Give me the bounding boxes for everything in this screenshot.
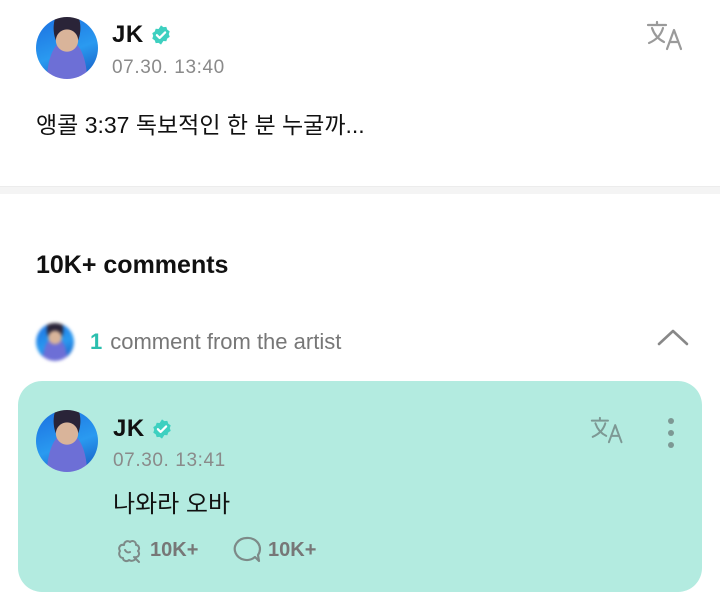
comment-author-name: JK: [113, 415, 145, 442]
comment-timestamp: 07.30. 13:41: [113, 450, 226, 471]
translate-icon[interactable]: [646, 20, 686, 52]
like-icon: [118, 540, 141, 563]
reply-button[interactable]: 10K+: [232, 535, 316, 565]
more-icon[interactable]: [663, 418, 679, 448]
chevron-up-icon[interactable]: [656, 326, 690, 348]
comments-count-title: 10K+ comments: [36, 251, 229, 279]
artist-comment-count: 1: [90, 329, 103, 354]
comment-author-avatar[interactable]: [36, 410, 98, 472]
post-author-name: JK: [112, 21, 144, 48]
artist-comments-toggle[interactable]: 1 comment from the artist: [36, 322, 341, 362]
reply-icon: [233, 536, 262, 563]
section-divider: [0, 186, 720, 194]
reply-count: 10K+: [268, 538, 317, 561]
post-timestamp: 07.30. 13:40: [112, 57, 225, 78]
like-button[interactable]: 10K+: [114, 535, 198, 565]
verified-icon: [151, 25, 170, 45]
artist-comment-label: comment from the artist: [110, 329, 342, 354]
like-count: 10K+: [150, 538, 199, 561]
post-author-avatar[interactable]: [36, 17, 98, 79]
comment-author[interactable]: JK: [113, 415, 173, 443]
verified-icon: [152, 419, 171, 439]
post-text: 앵콜 3:37 독보적인 한 분 누굴까...: [36, 112, 365, 138]
post-author[interactable]: JK: [112, 21, 172, 49]
comment-translate-icon[interactable]: [590, 416, 626, 445]
comment-text: 나와라 오바: [113, 491, 231, 518]
